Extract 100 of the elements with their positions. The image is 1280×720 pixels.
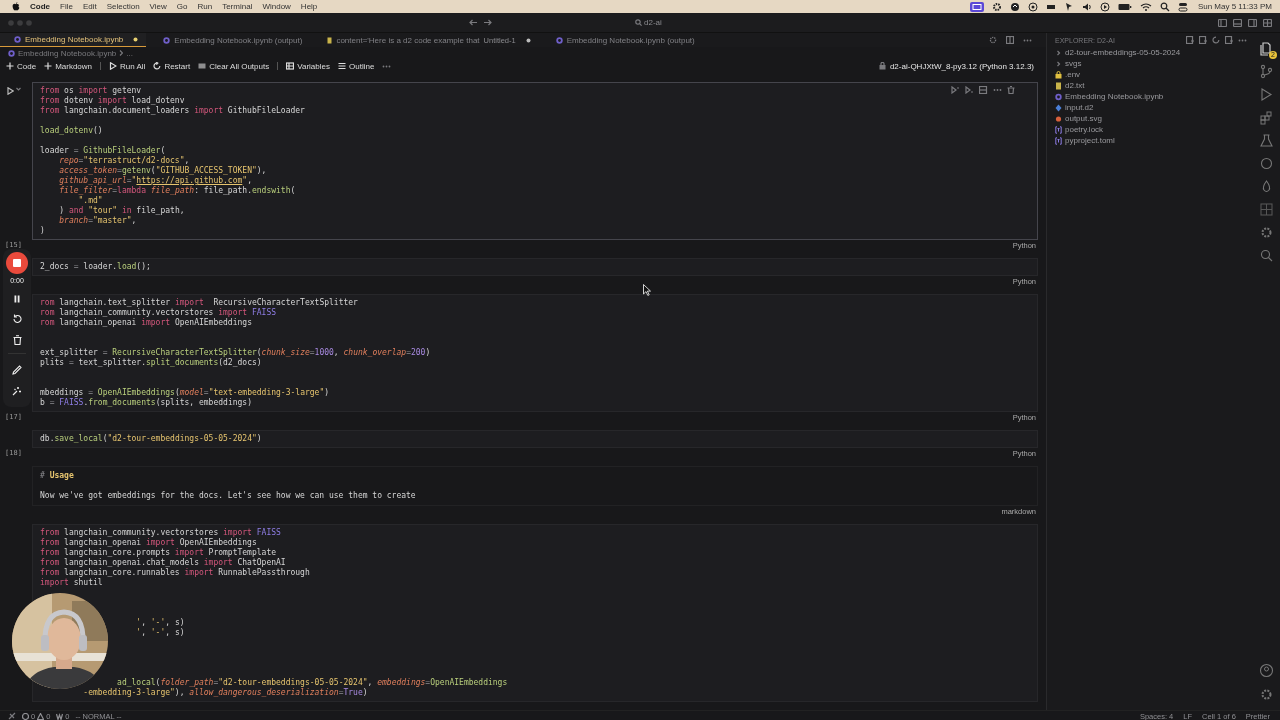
file-tree-item[interactable]: poetry.lock (1055, 124, 1247, 135)
run-above-icon[interactable] (951, 86, 960, 94)
sidebar-left-icon[interactable] (1218, 18, 1227, 27)
menu-item[interactable]: Selection (106, 2, 140, 11)
flask-icon[interactable] (1259, 133, 1274, 148)
split-cell-icon[interactable] (979, 86, 988, 94)
toolbar-button[interactable]: Outline (338, 61, 375, 71)
restart-icon[interactable] (12, 314, 22, 324)
code-line: branch="master", (58, 216, 137, 226)
control-center-icon[interactable] (1177, 1, 1188, 12)
sidebar-right-icon[interactable] (1248, 18, 1257, 27)
breadcrumb-item[interactable]: ... (126, 48, 133, 58)
code-line: access_token=getenv("GITHUB_ACCESS_TOKEN"), (58, 166, 267, 176)
toolbar-button[interactable]: Markdown (44, 61, 93, 71)
tab-label: Embedding Notebook.ipynb (25, 35, 124, 44)
menu-item[interactable]: Help (300, 2, 318, 11)
settings-icon[interactable] (1259, 687, 1274, 702)
file-tree-item[interactable]: d2-tour-embeddings-05-05-2024 (1055, 47, 1247, 58)
more-icon[interactable] (993, 86, 1002, 94)
grid-icon[interactable] (1259, 202, 1274, 217)
code-line: rom langchain.text_splitter import RecursiveCharacterTextSplitter (40, 298, 358, 308)
run-below-icon[interactable] (965, 86, 974, 94)
source-control-icon[interactable] (1259, 64, 1274, 79)
app-menu[interactable]: Code (30, 2, 50, 11)
code-cell[interactable] (32, 82, 1038, 240)
panel-icon[interactable] (1233, 18, 1242, 27)
toolbar-button[interactable]: Code (6, 61, 37, 71)
wifi-icon[interactable] (1139, 1, 1152, 12)
svg-file-icon (1055, 114, 1062, 123)
add-icon (44, 62, 53, 70)
new-folder-icon[interactable] (1199, 36, 1207, 44)
pause-icon[interactable] (13, 295, 21, 303)
file-tree-item[interactable]: Embedding Notebook.ipynb (1055, 91, 1247, 102)
toolbar-button[interactable]: Clear All Outputs (198, 61, 270, 71)
more-icon[interactable] (382, 64, 392, 68)
menu-item[interactable]: Run (197, 2, 213, 11)
kernel-picker[interactable]: d2-ai-QHJXtW_8-py3.12 (Python 3.12.3) (878, 61, 1034, 71)
new-file-icon[interactable] (1186, 36, 1194, 44)
file-tree-item[interactable]: .env (1055, 69, 1247, 80)
extensions-icon[interactable] (1259, 110, 1274, 125)
layout-icon[interactable] (1263, 18, 1272, 27)
warning-icon (37, 712, 45, 720)
code-line: from langchain_openai.chat_models import ChatOpenAI (40, 558, 286, 568)
code-cell[interactable] (32, 524, 1038, 702)
toolbar-button[interactable]: Variables (286, 61, 330, 71)
editor-tab[interactable]: Embedding Notebook.ipynb (0, 33, 147, 47)
menu-item[interactable]: Terminal (222, 2, 253, 11)
refresh-icon[interactable] (1212, 36, 1220, 44)
circle-icon[interactable] (1027, 1, 1038, 12)
trash-icon[interactable] (12, 335, 22, 345)
play-icon[interactable] (1099, 1, 1110, 12)
breadcrumb-item[interactable]: Embedding Notebook.ipynb (18, 48, 117, 58)
circle-icon[interactable] (1009, 1, 1020, 12)
code-cell[interactable] (32, 294, 1038, 412)
toolbar-button[interactable]: Run All (109, 61, 146, 71)
search-icon[interactable] (1159, 1, 1170, 12)
markdown-cell[interactable]: # Usage Now we've got embeddings for the docs. Let's see how we can use them to create (32, 466, 1038, 506)
search-field[interactable]: d2-ai (635, 18, 662, 27)
code-line: file_filter=lambda file_path: file_path.endswith( (58, 186, 296, 196)
menu-item[interactable]: View (149, 2, 167, 11)
file-tree-item[interactable]: pyproject.toml (1055, 135, 1247, 146)
code-cell[interactable]: db.save_local("d2-tour-embeddings-05-05-2024") (32, 430, 1038, 448)
remote-icon[interactable] (8, 712, 16, 720)
collapse-icon[interactable] (1225, 36, 1233, 44)
menu-item[interactable]: Edit (82, 2, 97, 11)
files-icon[interactable] (1259, 41, 1274, 56)
modified-dot-icon (133, 37, 139, 42)
volume-icon[interactable] (1081, 1, 1092, 12)
sparkle-icon[interactable] (12, 386, 22, 396)
chevron-right-icon (119, 50, 124, 56)
toolbar-button[interactable]: Restart (153, 61, 191, 71)
settings-icon[interactable] (989, 36, 997, 44)
pencil-icon[interactable] (12, 365, 22, 375)
screen-record-icon[interactable] (969, 1, 984, 12)
file-tree-item[interactable]: svgs (1055, 58, 1247, 69)
modified-dot-icon (525, 37, 531, 43)
cursor-icon (643, 284, 651, 296)
menu-item[interactable]: Go (176, 2, 188, 11)
stop-recording-button[interactable] (6, 252, 28, 274)
file-tree-item[interactable]: input.d2 (1055, 102, 1247, 113)
editor-tab[interactable]: Embedding Notebook.ipynb (output) (149, 33, 311, 47)
forward-arrow-icon[interactable] (483, 19, 492, 26)
back-arrow-icon[interactable] (469, 19, 478, 26)
file-tree-item[interactable]: output.svg (1055, 113, 1247, 124)
delete-icon[interactable] (1007, 86, 1016, 94)
chevron-down-icon[interactable] (16, 87, 21, 91)
battery-icon[interactable] (1117, 1, 1132, 12)
editor-tab[interactable]: Embedding Notebook.ipynb (output) (541, 33, 703, 47)
gear-icon[interactable] (991, 1, 1002, 12)
code-cell[interactable]: 2_docs = loader.load(); (32, 258, 1038, 276)
run-cell-icon[interactable] (7, 87, 14, 95)
brackets-icon (1055, 136, 1062, 145)
split-editor-icon[interactable] (1006, 36, 1014, 44)
run-icon (109, 62, 118, 70)
account-icon[interactable] (1259, 663, 1274, 678)
menu-item[interactable]: File (60, 2, 73, 11)
run-debug-icon[interactable] (1259, 87, 1274, 102)
code-line: ".md" (77, 196, 103, 206)
menu-item[interactable]: Window (262, 2, 291, 11)
file-tree-item[interactable]: d2.txt (1055, 80, 1247, 91)
